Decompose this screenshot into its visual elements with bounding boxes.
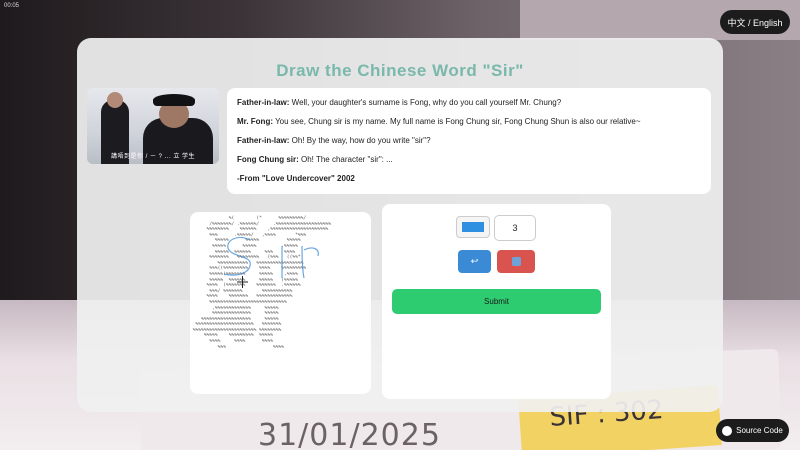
- thumbnail-hat: [153, 94, 195, 106]
- dialogue-speaker: Mr. Fong:: [237, 117, 273, 126]
- color-swatch: [462, 222, 484, 232]
- submit-button[interactable]: Submit: [392, 289, 601, 314]
- github-icon: [722, 425, 733, 436]
- drawn-strokes: [223, 236, 319, 288]
- dialogue-text: Oh! The character "sir": ...: [298, 155, 393, 164]
- undo-icon: ↩: [470, 256, 479, 266]
- color-picker[interactable]: [456, 216, 490, 238]
- dialogue-source-text: -From "Love Undercover" 2002: [237, 174, 355, 183]
- clear-button[interactable]: [497, 250, 535, 273]
- controls-panel: ↩ Submit: [382, 204, 611, 399]
- source-code-label: Source Code: [736, 426, 783, 435]
- dialogue-speaker: Father-in-law:: [237, 136, 290, 145]
- movie-thumbnail: 講唔到是你 / ㄧ ? ... 立 学生: [87, 88, 219, 164]
- dialogue-speaker: Father-in-law:: [237, 98, 290, 107]
- thumbnail-head-left: [107, 92, 123, 108]
- language-toggle-button[interactable]: 中文 / English: [720, 10, 790, 34]
- undo-button[interactable]: ↩: [458, 250, 491, 273]
- main-panel: Draw the Chinese Word "Sir" 講唔到是你 / ㄧ ? …: [77, 38, 723, 412]
- dialogue-text: Well, your daughter's surname is Fong, w…: [289, 98, 562, 107]
- background-date: 31/01/2025: [258, 418, 441, 450]
- clock: 00:05: [4, 3, 20, 9]
- dialogue-speaker: Fong Chung sir:: [237, 155, 299, 164]
- dialogue-source: -From "Love Undercover" 2002: [237, 174, 701, 184]
- dialogue-line: Father-in-law: Oh! By the way, how do yo…: [237, 136, 701, 146]
- thumbnail-subtitle: 講唔到是你 / ㄧ ? ... 立 学生: [110, 154, 195, 160]
- trash-icon: [511, 257, 521, 266]
- dialogue-text: Oh! By the way, how do you write "sir"?: [289, 136, 431, 145]
- source-code-button[interactable]: Source Code: [716, 419, 789, 442]
- dialogue-line: Fong Chung sir: Oh! The character "sir":…: [237, 155, 701, 165]
- brush-size-input[interactable]: [494, 215, 536, 241]
- dialogue-text: You see, Chung sir is my name. My full n…: [273, 117, 641, 126]
- dialogue-line: Mr. Fong: You see, Chung sir is my name.…: [237, 117, 701, 127]
- drawing-canvas[interactable]: %( (* %%%%%%%%%/ /%%%%%%%/ .%%%%%%/ .%%%…: [190, 212, 371, 394]
- page-title: Draw the Chinese Word "Sir": [276, 61, 524, 80]
- dialogue-box: Father-in-law: Well, your daughter's sur…: [227, 88, 711, 194]
- dialogue-line: Father-in-law: Well, your daughter's sur…: [237, 98, 701, 108]
